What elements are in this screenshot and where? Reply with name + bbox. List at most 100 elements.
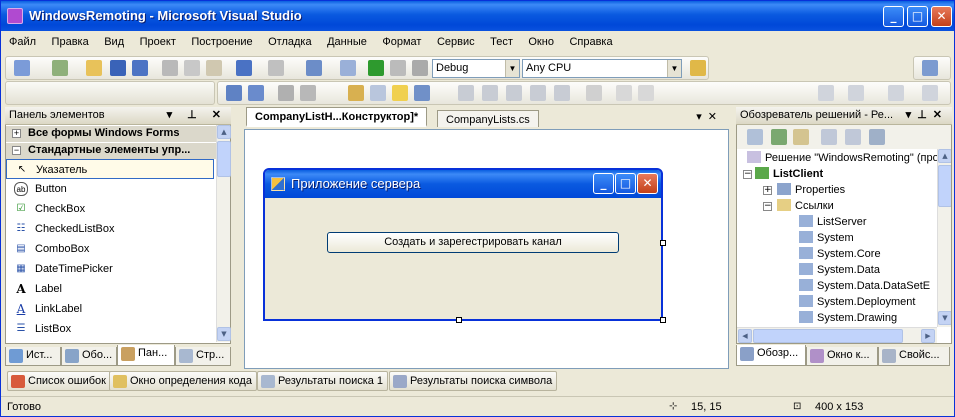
align-tops-icon[interactable] bbox=[300, 85, 316, 101]
redo-icon[interactable] bbox=[268, 60, 284, 76]
menu-file[interactable]: Файл bbox=[3, 32, 42, 54]
scroll-right-icon[interactable]: ▶ bbox=[921, 329, 935, 343]
refresh-icon[interactable] bbox=[771, 129, 787, 145]
save-all-icon[interactable] bbox=[132, 60, 148, 76]
view-designer-icon[interactable] bbox=[845, 129, 861, 145]
paste-icon[interactable] bbox=[206, 60, 222, 76]
tab-error-list[interactable]: Список ошибок bbox=[7, 371, 111, 391]
tab-document-outline[interactable]: Стр... bbox=[175, 347, 231, 366]
resize-handle-right[interactable] bbox=[660, 240, 666, 246]
tree-node-reference[interactable]: ListServer bbox=[799, 215, 867, 231]
navigate-backward-icon[interactable] bbox=[306, 60, 322, 76]
menu-help[interactable]: Справка bbox=[563, 32, 618, 54]
align-rights-icon[interactable] bbox=[278, 85, 294, 101]
tree-node-solution[interactable]: Решение "WindowsRemoting" (про bbox=[747, 151, 939, 167]
grid-icon[interactable] bbox=[922, 60, 938, 76]
menu-debug[interactable]: Отладка bbox=[262, 32, 317, 54]
tab-code-definition[interactable]: Окно определения кода bbox=[109, 371, 257, 391]
toolbox-item-label[interactable]: A Label bbox=[6, 279, 214, 299]
tab-designer[interactable]: CompanyListH...Конструктор]* bbox=[246, 107, 428, 127]
maximize-button[interactable]: □ bbox=[907, 6, 928, 27]
size-to-grid-icon[interactable] bbox=[392, 85, 408, 101]
expand-icon[interactable]: + bbox=[12, 129, 21, 138]
menu-edit[interactable]: Правка bbox=[46, 32, 95, 54]
tab-find-results[interactable]: Результаты поиска 1 bbox=[257, 371, 389, 391]
menu-format[interactable]: Формат bbox=[376, 32, 427, 54]
toolbox-item-linklabel[interactable]: A LinkLabel bbox=[6, 299, 214, 319]
tab-solution-explorer[interactable]: Обозр... bbox=[736, 345, 806, 366]
class-diagram-icon[interactable] bbox=[869, 129, 885, 145]
horizontal-spacing-icon[interactable] bbox=[458, 85, 474, 101]
tree-node-reference[interactable]: System.Drawing bbox=[799, 311, 897, 327]
show-all-files-icon[interactable] bbox=[793, 129, 809, 145]
solution-scrollbar[interactable]: ▲ ▼ bbox=[937, 149, 951, 327]
tab-class-view[interactable]: Окно к... bbox=[806, 347, 878, 366]
align-lefts-icon[interactable] bbox=[226, 85, 242, 101]
break-icon[interactable] bbox=[412, 60, 428, 76]
scroll-left-icon[interactable]: ◀ bbox=[738, 329, 752, 343]
tab-find-symbol-results[interactable]: Результаты поиска символа bbox=[389, 371, 558, 391]
menu-tools[interactable]: Сервис bbox=[431, 32, 481, 54]
title-bar[interactable]: WindowsRemoting - Microsoft Visual Studi… bbox=[1, 1, 954, 31]
toolbox-group-all-forms[interactable]: + Все формы Windows Forms bbox=[6, 126, 218, 142]
tab-properties[interactable]: Свойс... bbox=[878, 347, 950, 366]
bring-to-front-icon[interactable] bbox=[616, 85, 632, 101]
view-code-icon[interactable] bbox=[888, 85, 904, 101]
hscroll-thumb[interactable] bbox=[753, 329, 903, 343]
scroll-up-icon[interactable]: ▲ bbox=[938, 149, 951, 163]
form-designer-surface[interactable]: Приложение сервера _ □ ✕ Создать и зарег… bbox=[244, 129, 729, 369]
panel-pin-close-icons[interactable]: ▾⊥✕ bbox=[906, 108, 948, 121]
toolbox-item-checkbox[interactable]: ☑ CheckBox bbox=[6, 199, 214, 219]
tab-order-icon[interactable] bbox=[638, 85, 654, 101]
copy-icon[interactable] bbox=[184, 60, 200, 76]
toolbox-item-checkedlistbox[interactable]: ☷ CheckedListBox bbox=[6, 219, 214, 239]
tree-node-reference[interactable]: System.Data bbox=[799, 263, 880, 279]
tree-node-reference[interactable]: System.Deployment bbox=[799, 295, 915, 311]
menu-test[interactable]: Тест bbox=[484, 32, 519, 54]
new-project-icon[interactable] bbox=[14, 60, 30, 76]
platform-select[interactable]: Any CPU ▼ bbox=[522, 59, 682, 78]
start-debugging-icon[interactable] bbox=[368, 60, 384, 76]
open-icon[interactable] bbox=[86, 60, 102, 76]
toolbox-scrollbar[interactable]: ▲ ▼ bbox=[216, 125, 231, 342]
scroll-up-icon[interactable]: ▲ bbox=[217, 125, 231, 139]
panel-pin-close-icons[interactable]: ▾ ⊥ ✕ bbox=[167, 108, 227, 121]
tree-node-references[interactable]: Ссылки bbox=[777, 199, 834, 215]
collapse-icon[interactable]: − bbox=[763, 202, 772, 211]
scroll-thumb[interactable] bbox=[217, 141, 231, 177]
view-code-icon[interactable] bbox=[821, 129, 837, 145]
menu-view[interactable]: Вид bbox=[98, 32, 130, 54]
document-close-icons[interactable]: ▾✕ bbox=[696, 110, 723, 123]
snap-icon[interactable] bbox=[922, 85, 938, 101]
cut-icon[interactable] bbox=[162, 60, 178, 76]
make-same-height-icon[interactable] bbox=[370, 85, 386, 101]
find-in-files-icon[interactable] bbox=[690, 60, 706, 76]
create-register-channel-button[interactable]: Создать и зарегестрировать канал bbox=[327, 232, 619, 253]
increase-spacing-icon[interactable] bbox=[482, 85, 498, 101]
save-icon[interactable] bbox=[110, 60, 126, 76]
properties-view-icon[interactable] bbox=[747, 129, 763, 145]
remove-spacing-icon[interactable] bbox=[530, 85, 546, 101]
vertical-spacing-icon[interactable] bbox=[554, 85, 570, 101]
align-centers-icon[interactable] bbox=[248, 85, 264, 101]
collapse-icon[interactable]: − bbox=[743, 170, 752, 179]
properties-icon[interactable] bbox=[848, 85, 864, 101]
configuration-select[interactable]: Debug ▼ bbox=[432, 59, 520, 78]
toolbox-item-button[interactable]: ab Button bbox=[6, 179, 214, 199]
resize-handle-bottom[interactable] bbox=[456, 317, 462, 323]
toolbox-item-pointer[interactable]: ↖ Указатель bbox=[6, 159, 214, 179]
resize-handle-corner[interactable] bbox=[660, 317, 666, 323]
menu-project[interactable]: Проект bbox=[134, 32, 182, 54]
toolbox-item-datetimepicker[interactable]: ▦ DateTimePicker bbox=[6, 259, 214, 279]
tree-node-reference[interactable]: System.Data.DataSetE bbox=[799, 279, 930, 295]
make-same-width-icon[interactable] bbox=[348, 85, 364, 101]
tree-node-reference[interactable]: System bbox=[799, 231, 854, 247]
lock-controls-icon[interactable] bbox=[818, 85, 834, 101]
make-same-size-icon[interactable] bbox=[414, 85, 430, 101]
solution-hscrollbar[interactable]: ◀ ▶ bbox=[737, 327, 937, 343]
minimize-button[interactable]: _ bbox=[883, 6, 904, 27]
menu-build[interactable]: Построение bbox=[185, 32, 258, 54]
close-button[interactable]: ✕ bbox=[931, 6, 952, 27]
tab-toolbox[interactable]: Пан... bbox=[117, 345, 175, 366]
tab-code-file[interactable]: CompanyLists.cs bbox=[437, 110, 539, 127]
